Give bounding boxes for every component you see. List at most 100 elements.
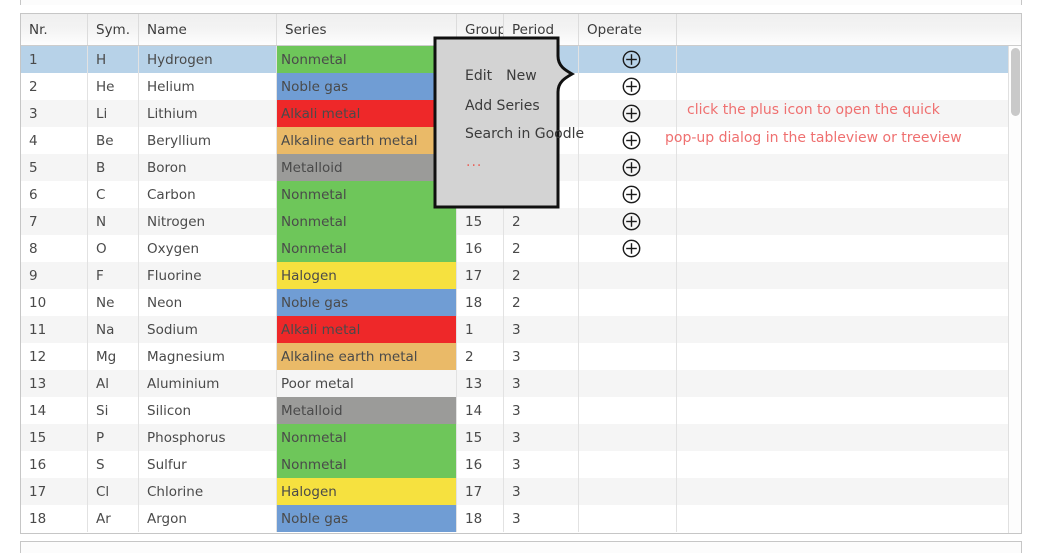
cell-nr: 15 bbox=[21, 424, 88, 451]
cell-operate[interactable] bbox=[579, 505, 677, 532]
plus-icon[interactable] bbox=[587, 127, 676, 154]
cell-operate[interactable] bbox=[579, 397, 677, 424]
cell-name: Beryllium bbox=[139, 127, 277, 154]
element-tableview[interactable]: Nr. Sym. Name Series Group Period Operat… bbox=[20, 13, 1022, 534]
cell-nr: 10 bbox=[21, 289, 88, 316]
column-header-name[interactable]: Name bbox=[139, 14, 277, 45]
cell-name: Hydrogen bbox=[139, 46, 277, 73]
cell-operate[interactable] bbox=[579, 424, 677, 451]
cell-period: 3 bbox=[504, 478, 579, 505]
cell-period: 3 bbox=[504, 451, 579, 478]
table-row[interactable]: 10 Ne Neon Noble gas 18 2 bbox=[21, 289, 1021, 316]
cell-sym: Na bbox=[88, 316, 139, 343]
popup-menu-item-search-in-goodle[interactable]: Search in Goodle bbox=[465, 126, 584, 142]
series-swatch: Nonmetal bbox=[277, 451, 456, 478]
cell-operate[interactable] bbox=[579, 181, 677, 208]
cell-group: 14 bbox=[457, 397, 504, 424]
plus-icon[interactable] bbox=[587, 46, 676, 73]
plus-icon[interactable] bbox=[587, 73, 676, 100]
cell-group: 2 bbox=[457, 343, 504, 370]
table-row[interactable]: 9 F Fluorine Halogen 17 2 bbox=[21, 262, 1021, 289]
cell-nr: 17 bbox=[21, 478, 88, 505]
table-row[interactable]: 5 B Boron Metalloid bbox=[21, 154, 1021, 181]
popup-menu-item-edit[interactable]: Edit bbox=[465, 68, 492, 84]
cell-operate[interactable] bbox=[579, 289, 677, 316]
cell-series: Nonmetal bbox=[277, 181, 457, 208]
table-row[interactable]: 7 N Nitrogen Nonmetal 15 2 bbox=[21, 208, 1021, 235]
cell-series: Nonmetal bbox=[277, 235, 457, 262]
cell-name: Helium bbox=[139, 73, 277, 100]
vertical-scrollbar-thumb[interactable] bbox=[1011, 48, 1020, 116]
cell-sym: O bbox=[88, 235, 139, 262]
cell-operate[interactable] bbox=[579, 235, 677, 262]
cell-series: Metalloid bbox=[277, 154, 457, 181]
table-row[interactable]: 11 Na Sodium Alkali metal 1 3 bbox=[21, 316, 1021, 343]
series-swatch: Noble gas bbox=[277, 289, 456, 316]
cell-filler bbox=[677, 424, 1021, 451]
table-row[interactable]: 13 Al Aluminium Poor metal 13 3 bbox=[21, 370, 1021, 397]
cell-period: 3 bbox=[504, 343, 579, 370]
cell-operate[interactable] bbox=[579, 262, 677, 289]
cell-operate[interactable] bbox=[579, 478, 677, 505]
table-row[interactable]: 17 Cl Chlorine Halogen 17 3 bbox=[21, 478, 1021, 505]
cell-operate[interactable] bbox=[579, 73, 677, 100]
series-swatch: Alkaline earth metal bbox=[277, 343, 456, 370]
series-swatch: Noble gas bbox=[277, 73, 456, 100]
cell-series: Noble gas bbox=[277, 73, 457, 100]
popup-menu-item-new[interactable]: New bbox=[506, 68, 537, 84]
cell-sym: B bbox=[88, 154, 139, 181]
column-header-nr[interactable]: Nr. bbox=[21, 14, 88, 45]
cell-operate[interactable] bbox=[579, 154, 677, 181]
table-row[interactable]: 16 S Sulfur Nonmetal 16 3 bbox=[21, 451, 1021, 478]
cell-nr: 8 bbox=[21, 235, 88, 262]
cell-operate[interactable] bbox=[579, 208, 677, 235]
cell-operate[interactable] bbox=[579, 316, 677, 343]
cell-period: 2 bbox=[504, 262, 579, 289]
cell-sym: P bbox=[88, 424, 139, 451]
cell-filler bbox=[677, 289, 1021, 316]
cell-sym: Be bbox=[88, 127, 139, 154]
plus-icon[interactable] bbox=[587, 208, 676, 235]
plus-icon[interactable] bbox=[587, 235, 676, 262]
cell-operate[interactable] bbox=[579, 370, 677, 397]
cell-filler bbox=[677, 370, 1021, 397]
cell-period: 3 bbox=[504, 424, 579, 451]
cell-filler bbox=[677, 100, 1021, 127]
column-header-sym[interactable]: Sym. bbox=[88, 14, 139, 45]
table-row[interactable]: 15 P Phosphorus Nonmetal 15 3 bbox=[21, 424, 1021, 451]
table-row[interactable]: 18 Ar Argon Noble gas 18 3 bbox=[21, 505, 1021, 532]
table-row[interactable]: 14 Si Silicon Metalloid 14 3 bbox=[21, 397, 1021, 424]
plus-icon[interactable] bbox=[587, 154, 676, 181]
cell-name: Silicon bbox=[139, 397, 277, 424]
cell-nr: 5 bbox=[21, 154, 88, 181]
series-swatch: Alkali metal bbox=[277, 316, 456, 343]
cell-name: Magnesium bbox=[139, 343, 277, 370]
cell-group bbox=[457, 181, 504, 208]
plus-icon[interactable] bbox=[587, 100, 676, 127]
cell-operate[interactable] bbox=[579, 127, 677, 154]
cell-series: Halogen bbox=[277, 262, 457, 289]
cell-group: 13 bbox=[457, 370, 504, 397]
column-header-period[interactable]: Period bbox=[504, 14, 579, 45]
popup-menu-item-add-series[interactable]: Add Series bbox=[465, 98, 540, 114]
plus-icon[interactable] bbox=[587, 181, 676, 208]
cell-operate[interactable] bbox=[579, 343, 677, 370]
cell-period: 3 bbox=[504, 397, 579, 424]
cell-name: Fluorine bbox=[139, 262, 277, 289]
table-row[interactable]: 12 Mg Magnesium Alkaline earth metal 2 3 bbox=[21, 343, 1021, 370]
column-header-operate[interactable]: Operate bbox=[579, 14, 677, 45]
cell-operate[interactable] bbox=[579, 451, 677, 478]
cell-filler bbox=[677, 235, 1021, 262]
table-row[interactable]: 6 C Carbon Nonmetal bbox=[21, 181, 1021, 208]
series-swatch: Nonmetal bbox=[277, 181, 456, 208]
cell-operate[interactable] bbox=[579, 100, 677, 127]
cell-operate[interactable] bbox=[579, 46, 677, 73]
column-header-group[interactable]: Group bbox=[457, 14, 504, 45]
popup-menu-item-[interactable]: ... bbox=[466, 154, 482, 170]
popup-menu-line: Add Series bbox=[465, 98, 540, 114]
cell-period: 3 bbox=[504, 505, 579, 532]
cell-filler bbox=[677, 208, 1021, 235]
column-header-series[interactable]: Series bbox=[277, 14, 457, 45]
table-row[interactable]: 8 O Oxygen Nonmetal 16 2 bbox=[21, 235, 1021, 262]
vertical-scrollbar[interactable] bbox=[1008, 46, 1021, 533]
